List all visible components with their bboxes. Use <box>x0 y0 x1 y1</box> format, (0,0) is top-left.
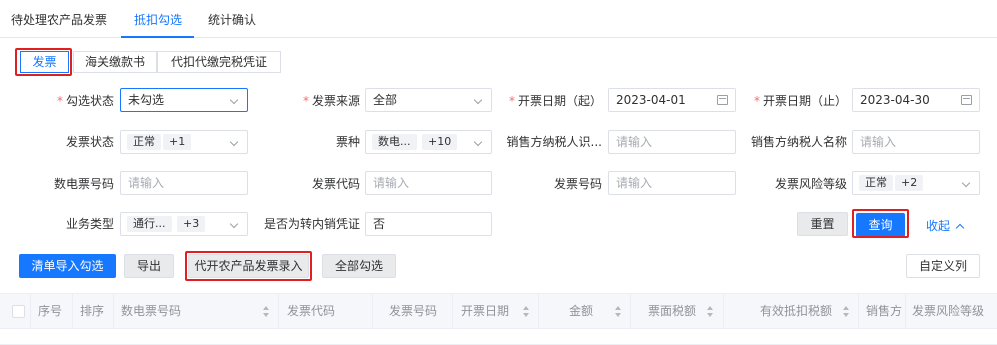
transfer-certificate-label: 是否为转内销凭证 <box>263 217 360 231</box>
ticket-type-select[interactable]: 数电... +10 <box>365 130 492 154</box>
business-type-select[interactable]: 通行... +3 <box>120 212 248 236</box>
table-header: 序号 排序 数电票号码 发票代码 发票号码 开票日期 金额 票面税额 有效抵扣税… <box>0 293 997 329</box>
sort-icon[interactable] <box>522 306 529 317</box>
more-count-tag: +3 <box>177 216 206 232</box>
import-select-button[interactable]: 清单导入勾选 <box>19 254 116 278</box>
agri-invoice-entry-button[interactable]: 代开农产品发票录入 <box>188 254 309 278</box>
risk-level-label: 发票风险等级 <box>774 177 847 191</box>
invoice-code-input[interactable]: 请输入 <box>365 171 492 195</box>
more-count-tag: +1 <box>163 134 192 150</box>
invoice-status-label: 发票状态 <box>65 135 114 149</box>
invoice-source-label: * 发票来源 <box>302 94 360 108</box>
calendar-icon <box>961 95 972 105</box>
invoice-no-input[interactable]: 请输入 <box>608 171 736 195</box>
chevron-down-icon <box>229 95 239 105</box>
seller-name-input[interactable]: 请输入 <box>852 130 980 154</box>
select-status-select[interactable]: 未勾选 <box>120 88 248 112</box>
seller-taxid-input[interactable]: 请输入 <box>608 130 736 154</box>
tab-pending-agri-invoices[interactable]: 待处理农产品发票 <box>11 11 107 28</box>
sort-icon[interactable] <box>842 306 849 317</box>
col-sort: 排序 <box>80 304 105 318</box>
invoice-status-select[interactable]: 正常 +1 <box>120 130 248 154</box>
invoice-code-label: 发票代码 <box>311 177 360 191</box>
business-type-tag: 通行... <box>127 216 172 232</box>
invoice-source-select[interactable]: 全部 <box>365 88 492 112</box>
collapse-link[interactable]: 收起 <box>926 217 965 234</box>
status-tag: 正常 <box>127 134 161 150</box>
ticket-type-tag: 数电... <box>372 134 417 150</box>
transfer-certificate-select[interactable]: 否 <box>365 212 492 236</box>
custom-columns-button[interactable]: 自定义列 <box>906 254 980 278</box>
date-end-label: * 开票日期（止） <box>753 94 847 108</box>
chevron-down-icon <box>229 137 239 147</box>
col-index: 序号 <box>38 304 63 318</box>
top-tabs: 待处理农产品发票 抵扣勾选 统计确认 <box>0 0 997 38</box>
seller-name-label: 销售方纳税人名称 <box>750 135 847 149</box>
sort-icon[interactable] <box>262 306 269 317</box>
calendar-icon <box>717 95 728 105</box>
export-button[interactable]: 导出 <box>124 254 174 278</box>
more-count-tag: +2 <box>895 175 924 191</box>
col-invoice-code: 发票代码 <box>287 304 336 318</box>
date-start-picker[interactable]: 2023-04-01 <box>608 88 736 112</box>
risk-level-select[interactable]: 正常 +2 <box>852 171 980 195</box>
digital-invoice-no-label: 数电票号码 <box>53 177 114 191</box>
sort-icon[interactable] <box>614 306 621 317</box>
chevron-down-icon <box>473 95 483 105</box>
col-risk-level: 发票风险等级 <box>912 304 985 318</box>
subtab-customs-payment[interactable]: 海关缴款书 <box>73 51 157 73</box>
col-digital-invoice-no[interactable]: 数电票号码 <box>121 294 181 328</box>
tab-statistics-confirm[interactable]: 统计确认 <box>208 11 256 28</box>
sort-icon[interactable] <box>706 306 713 317</box>
select-all-button[interactable]: 全部勾选 <box>322 254 396 278</box>
chevron-down-icon <box>961 178 971 188</box>
seller-taxid-label: 销售方纳税人识... <box>506 135 602 149</box>
subtab-invoice[interactable]: 发票 <box>20 51 69 73</box>
chevron-down-icon <box>229 219 239 229</box>
col-invoice-date[interactable]: 开票日期 <box>461 294 509 328</box>
invoice-no-label: 发票号码 <box>553 177 602 191</box>
chevron-down-icon <box>473 137 483 147</box>
date-end-picker[interactable]: 2023-04-30 <box>852 88 980 112</box>
reset-button[interactable]: 重置 <box>797 212 848 236</box>
digital-invoice-no-input[interactable]: 请输入 <box>120 171 248 195</box>
date-start-label: * 开票日期（起） <box>508 94 602 108</box>
subtab-withholding-certificate[interactable]: 代扣代缴完税凭证 <box>157 51 281 73</box>
select-status-label: * 勾选状态 <box>56 94 114 108</box>
active-tab-indicator <box>121 36 194 38</box>
select-all-checkbox[interactable] <box>12 305 25 318</box>
business-type-label: 业务类型 <box>65 217 114 231</box>
query-button[interactable]: 查询 <box>856 213 905 237</box>
col-face-tax[interactable]: 票面税额 <box>648 294 696 328</box>
status-tag: 正常 <box>859 175 893 191</box>
ticket-type-label: 票种 <box>335 135 360 149</box>
col-amount[interactable]: 金额 <box>569 294 593 328</box>
more-count-tag: +10 <box>422 134 458 150</box>
col-seller: 销售方 <box>866 304 903 318</box>
col-effective-deduction-tax[interactable]: 有效抵扣税额 <box>760 294 832 328</box>
chevron-up-icon <box>955 223 965 233</box>
col-invoice-no: 发票号码 <box>389 304 438 318</box>
tab-deduction-select[interactable]: 抵扣勾选 <box>134 11 182 28</box>
